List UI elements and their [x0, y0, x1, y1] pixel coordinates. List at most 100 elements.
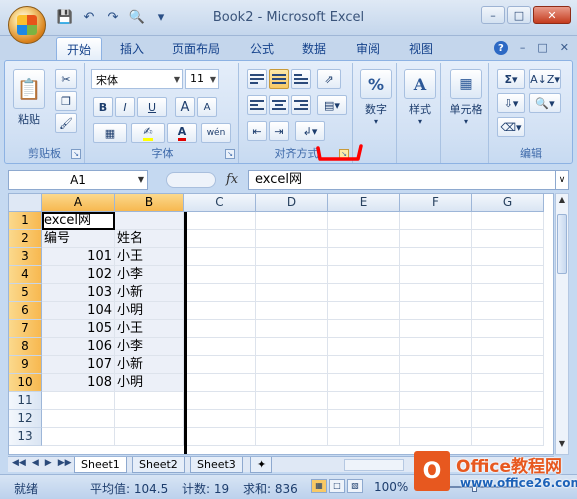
cell-b2[interactable]: 姓名: [115, 230, 184, 248]
font-size-combo[interactable]: 11 ▼: [185, 69, 219, 89]
cell-g13[interactable]: [472, 428, 544, 446]
wrap-text-button[interactable]: ↲▾: [295, 121, 325, 141]
cell-a6[interactable]: 104: [42, 302, 115, 320]
underline-button[interactable]: U: [137, 97, 167, 117]
cell-e9[interactable]: [328, 356, 400, 374]
font-launcher-icon[interactable]: ↘: [225, 149, 235, 159]
row-header-1[interactable]: 1: [9, 212, 42, 230]
cell-f6[interactable]: [400, 302, 472, 320]
page-layout-view-icon[interactable]: □: [329, 479, 345, 493]
cell-b1[interactable]: [115, 212, 184, 230]
cell-d6[interactable]: [256, 302, 328, 320]
cell-f12[interactable]: [400, 410, 472, 428]
decrease-indent-button[interactable]: ⇤: [247, 121, 267, 141]
clipboard-launcher-icon[interactable]: ↘: [71, 149, 81, 159]
row-header-6[interactable]: 6: [9, 302, 42, 320]
cell-g5[interactable]: [472, 284, 544, 302]
cell-b8[interactable]: 小李: [115, 338, 184, 356]
cell-b9[interactable]: 小新: [115, 356, 184, 374]
cell-f5[interactable]: [400, 284, 472, 302]
cell-f7[interactable]: [400, 320, 472, 338]
merge-center-button[interactable]: ▤▾: [317, 95, 347, 115]
copy-button[interactable]: ❐: [55, 91, 77, 111]
bold-button[interactable]: B: [93, 97, 113, 117]
cell-a4[interactable]: 102: [42, 266, 115, 284]
cell-d12[interactable]: [256, 410, 328, 428]
cell-e6[interactable]: [328, 302, 400, 320]
tab-review[interactable]: 审阅: [356, 40, 380, 57]
minimize-button[interactable]: –: [481, 6, 505, 24]
row-header-2[interactable]: 2: [9, 230, 42, 248]
cell-b5[interactable]: 小新: [115, 284, 184, 302]
autosum-button[interactable]: Σ▾: [497, 69, 525, 89]
cell-f11[interactable]: [400, 392, 472, 410]
cell-a3[interactable]: 101: [42, 248, 115, 266]
row-header-9[interactable]: 9: [9, 356, 42, 374]
cell-f3[interactable]: [400, 248, 472, 266]
cell-e1[interactable]: [328, 212, 400, 230]
column-header-b[interactable]: B: [115, 194, 184, 212]
workbook-close-icon[interactable]: ✕: [560, 41, 569, 55]
cell-b13[interactable]: [115, 428, 184, 446]
column-header-g[interactable]: G: [472, 194, 544, 212]
cell-g1[interactable]: [472, 212, 544, 230]
cell-f4[interactable]: [400, 266, 472, 284]
row-header-8[interactable]: 8: [9, 338, 42, 356]
first-sheet-icon[interactable]: ◀◀: [12, 458, 26, 468]
tab-page-layout[interactable]: 页面布局: [172, 40, 220, 57]
close-button[interactable]: ✕: [533, 6, 571, 24]
page-break-view-icon[interactable]: ▧: [347, 479, 363, 493]
cell-g3[interactable]: [472, 248, 544, 266]
row-header-7[interactable]: 7: [9, 320, 42, 338]
column-header-c[interactable]: C: [184, 194, 256, 212]
cell-d2[interactable]: [256, 230, 328, 248]
cell-e7[interactable]: [328, 320, 400, 338]
tab-data[interactable]: 数据: [302, 40, 326, 57]
cell-f2[interactable]: [400, 230, 472, 248]
cell-a10[interactable]: 108: [42, 374, 115, 392]
cell-e11[interactable]: [328, 392, 400, 410]
number-format-button[interactable]: % 数字 ▾: [360, 69, 392, 126]
format-painter-button[interactable]: 🖌: [55, 113, 77, 133]
cell-d3[interactable]: [256, 248, 328, 266]
cell-c5[interactable]: [184, 284, 256, 302]
cell-c7[interactable]: [184, 320, 256, 338]
next-sheet-icon[interactable]: ▶: [45, 458, 52, 468]
paste-button[interactable]: 📋 粘贴: [11, 69, 47, 127]
cell-c11[interactable]: [184, 392, 256, 410]
row-header-13[interactable]: 13: [9, 428, 42, 446]
help-icon[interactable]: ?: [493, 41, 508, 55]
tab-formulas[interactable]: 公式: [250, 40, 274, 57]
cell-e3[interactable]: [328, 248, 400, 266]
workbook-restore-icon[interactable]: □: [537, 41, 547, 55]
cell-g8[interactable]: [472, 338, 544, 356]
top-align-button[interactable]: [247, 69, 267, 89]
cells-button[interactable]: ▦ 单元格 ▾: [445, 69, 487, 126]
cell-a5[interactable]: 103: [42, 284, 115, 302]
insert-sheet-icon[interactable]: ✦: [250, 457, 272, 473]
clear-button[interactable]: ⌫▾: [497, 117, 525, 137]
office-button[interactable]: [8, 6, 46, 44]
prev-sheet-icon[interactable]: ◀: [32, 458, 39, 468]
cell-a12[interactable]: [42, 410, 115, 428]
cell-g10[interactable]: [472, 374, 544, 392]
cell-c13[interactable]: [184, 428, 256, 446]
cell-e13[interactable]: [328, 428, 400, 446]
styles-button[interactable]: A 样式 ▾: [404, 69, 436, 126]
shrink-font-button[interactable]: A: [197, 97, 217, 117]
tab-insert[interactable]: 插入: [120, 40, 144, 57]
cell-a13[interactable]: [42, 428, 115, 446]
column-header-a[interactable]: A: [42, 194, 115, 212]
cell-c4[interactable]: [184, 266, 256, 284]
cell-b10[interactable]: 小明: [115, 374, 184, 392]
cell-a11[interactable]: [42, 392, 115, 410]
horizontal-scrollbar[interactable]: [344, 459, 404, 471]
name-box[interactable]: A1 ▼: [8, 170, 148, 190]
last-sheet-icon[interactable]: ▶▶: [58, 458, 72, 468]
middle-align-button[interactable]: [269, 69, 289, 89]
cell-b6[interactable]: 小明: [115, 302, 184, 320]
cell-d5[interactable]: [256, 284, 328, 302]
cell-a7[interactable]: 105: [42, 320, 115, 338]
cell-b12[interactable]: [115, 410, 184, 428]
font-name-combo[interactable]: 宋体 ▼: [91, 69, 183, 89]
